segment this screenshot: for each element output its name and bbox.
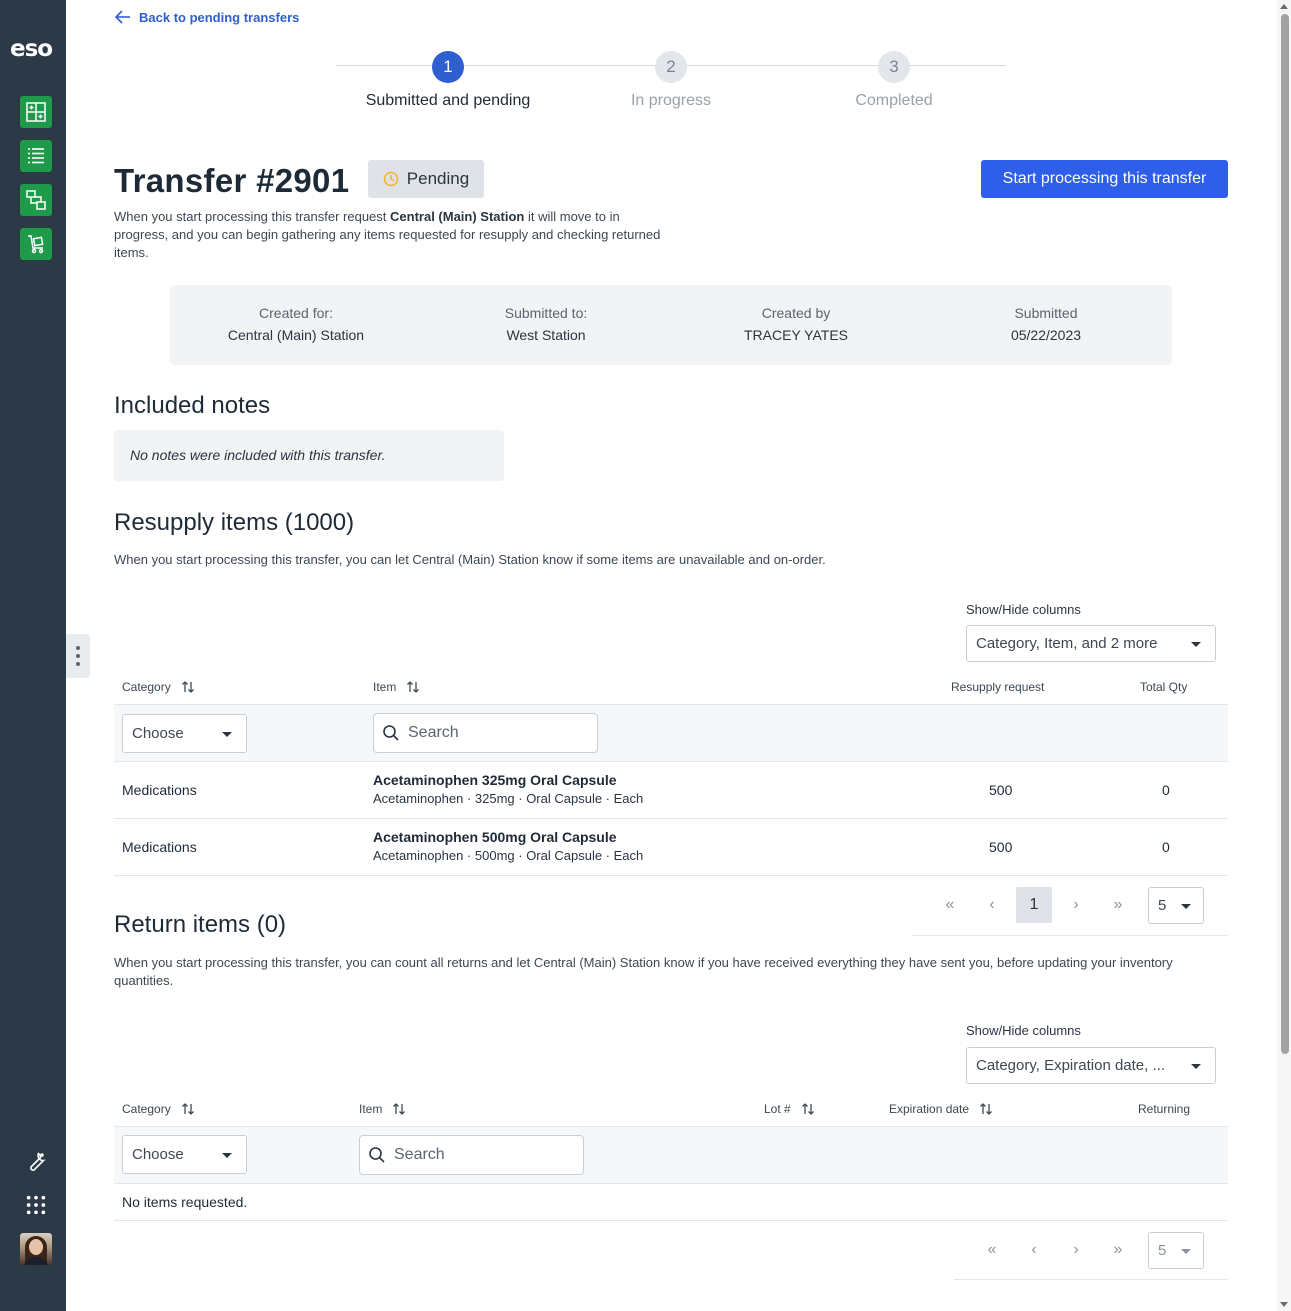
returns-filter-row (114, 1126, 1228, 1184)
sort-icon[interactable] (181, 680, 195, 694)
scroll-thumb[interactable] (1281, 14, 1289, 1054)
status-badge: Pending (368, 160, 484, 198)
start-processing-button[interactable]: Start processing this transfer (981, 160, 1228, 198)
clock-icon (383, 171, 399, 187)
returns-page-size[interactable]: 5 (1148, 1232, 1204, 1269)
returns-item-search[interactable]: Search (359, 1135, 584, 1175)
table-row[interactable]: Medications Acetaminophen 325mg Oral Cap… (114, 762, 1228, 819)
nav-cart-icon[interactable] (20, 228, 52, 260)
last-page-icon[interactable]: » (1100, 1232, 1136, 1268)
step-3-circle: 3 (878, 51, 910, 83)
arrow-left-icon (114, 10, 130, 24)
nav-list-icon[interactable] (20, 140, 52, 172)
returns-pager: « ‹ › » (974, 1232, 1142, 1268)
notes-heading: Included notes (114, 392, 271, 419)
resupply-show-hide-label: Show/Hide columns (966, 602, 1081, 617)
step-1-circle: 1 (432, 51, 464, 83)
prev-page-icon[interactable]: ‹ (1016, 1232, 1052, 1268)
nav-transfer-icon[interactable] (20, 184, 52, 216)
resupply-filter-row (114, 704, 1228, 762)
scrollbar[interactable] (1277, 0, 1291, 1311)
scroll-up-icon[interactable] (1280, 4, 1288, 9)
col-item[interactable]: Item (359, 1102, 406, 1116)
col-category[interactable]: Category (122, 1102, 195, 1116)
step-2-label: In progress (630, 92, 712, 109)
table-row[interactable]: Medications Acetaminophen 500mg Oral Cap… (114, 819, 1228, 876)
sort-icon[interactable] (406, 680, 420, 694)
col-returning: Returning (1138, 1102, 1191, 1116)
caret-down-icon (1191, 642, 1201, 647)
step-3-label: Completed (855, 92, 933, 109)
notes-empty-message: No notes were included with this transfe… (114, 430, 504, 481)
resupply-show-hide-select[interactable]: Category, Item, and 2 more (966, 625, 1216, 662)
resupply-item-search[interactable]: Search (373, 713, 598, 753)
first-page-icon[interactable]: « (974, 1232, 1010, 1268)
col-expiration-date[interactable]: Expiration date (889, 1102, 993, 1116)
returns-category-filter[interactable]: Choose (122, 1135, 247, 1174)
scroll-down-icon[interactable] (1280, 1302, 1288, 1307)
caret-down-icon (222, 732, 232, 737)
page-title: Transfer #2901 (114, 162, 350, 199)
col-resupply-request: Resupply request (951, 680, 1045, 694)
next-page-icon[interactable]: › (1058, 1232, 1094, 1268)
resupply-heading: Resupply items (1000) (114, 509, 355, 536)
caret-down-icon (222, 1153, 232, 1158)
col-total-qty: Total Qty (1140, 680, 1188, 694)
empty-row: No items requested. (114, 1184, 1228, 1221)
search-icon (383, 725, 399, 741)
col-category[interactable]: Category (122, 680, 195, 694)
apps-grid-icon[interactable] (22, 1191, 50, 1219)
drawer-handle-icon[interactable] (66, 634, 90, 678)
wrench-icon[interactable] (22, 1147, 50, 1175)
resupply-category-filter[interactable]: Choose (122, 714, 247, 753)
summary-created-by: Created by TRACEY YATES (744, 305, 848, 343)
transfer-summary-panel: Created for: Central (Main) Station Submi… (170, 285, 1172, 365)
sort-icon[interactable] (392, 1102, 406, 1116)
summary-created-for: Created for: Central (Main) Station (227, 305, 365, 343)
prev-page-icon[interactable]: ‹ (974, 887, 1010, 923)
last-page-icon[interactable]: » (1100, 887, 1136, 923)
sort-icon[interactable] (979, 1102, 993, 1116)
returns-show-hide-label: Show/Hide columns (966, 1023, 1081, 1038)
transfer-description: When you start processing this transfer … (114, 209, 661, 260)
resupply-pager: « ‹ 1 › » (932, 887, 1142, 923)
first-page-icon[interactable]: « (932, 887, 968, 923)
pager-divider (912, 935, 1228, 936)
summary-submitted-to: Submitted to: West Station (504, 305, 588, 343)
summary-submitted-date: Submitted 05/22/2023 (1010, 305, 1082, 343)
caret-down-icon (1181, 904, 1191, 909)
eso-logo: eso (10, 36, 53, 62)
returns-description: When you start processing this transfer,… (114, 955, 1173, 988)
col-lot[interactable]: Lot # (764, 1102, 815, 1116)
next-page-icon[interactable]: › (1058, 887, 1094, 923)
step-1-label: Submitted and pending (365, 92, 531, 109)
page-current[interactable]: 1 (1016, 887, 1052, 923)
sort-icon[interactable] (181, 1102, 195, 1116)
returns-show-hide-select[interactable]: Category, Expiration date, ... (966, 1047, 1216, 1084)
returns-heading: Return items (0) (114, 911, 287, 938)
step-2-circle: 2 (655, 51, 687, 83)
user-avatar[interactable] (20, 1233, 52, 1265)
resupply-description: When you start processing this transfer,… (114, 552, 826, 567)
col-item[interactable]: Item (373, 680, 420, 694)
nav-inventory-grid-icon[interactable] (20, 96, 52, 128)
sidebar: eso (0, 0, 66, 1311)
caret-down-icon (1181, 1249, 1191, 1254)
back-to-pending-link[interactable]: Back to pending transfers (114, 8, 299, 26)
resupply-page-size[interactable]: 5 (1148, 887, 1204, 924)
pager-divider (954, 1279, 1228, 1280)
sort-icon[interactable] (801, 1102, 815, 1116)
caret-down-icon (1191, 1064, 1201, 1069)
search-icon (369, 1147, 385, 1163)
